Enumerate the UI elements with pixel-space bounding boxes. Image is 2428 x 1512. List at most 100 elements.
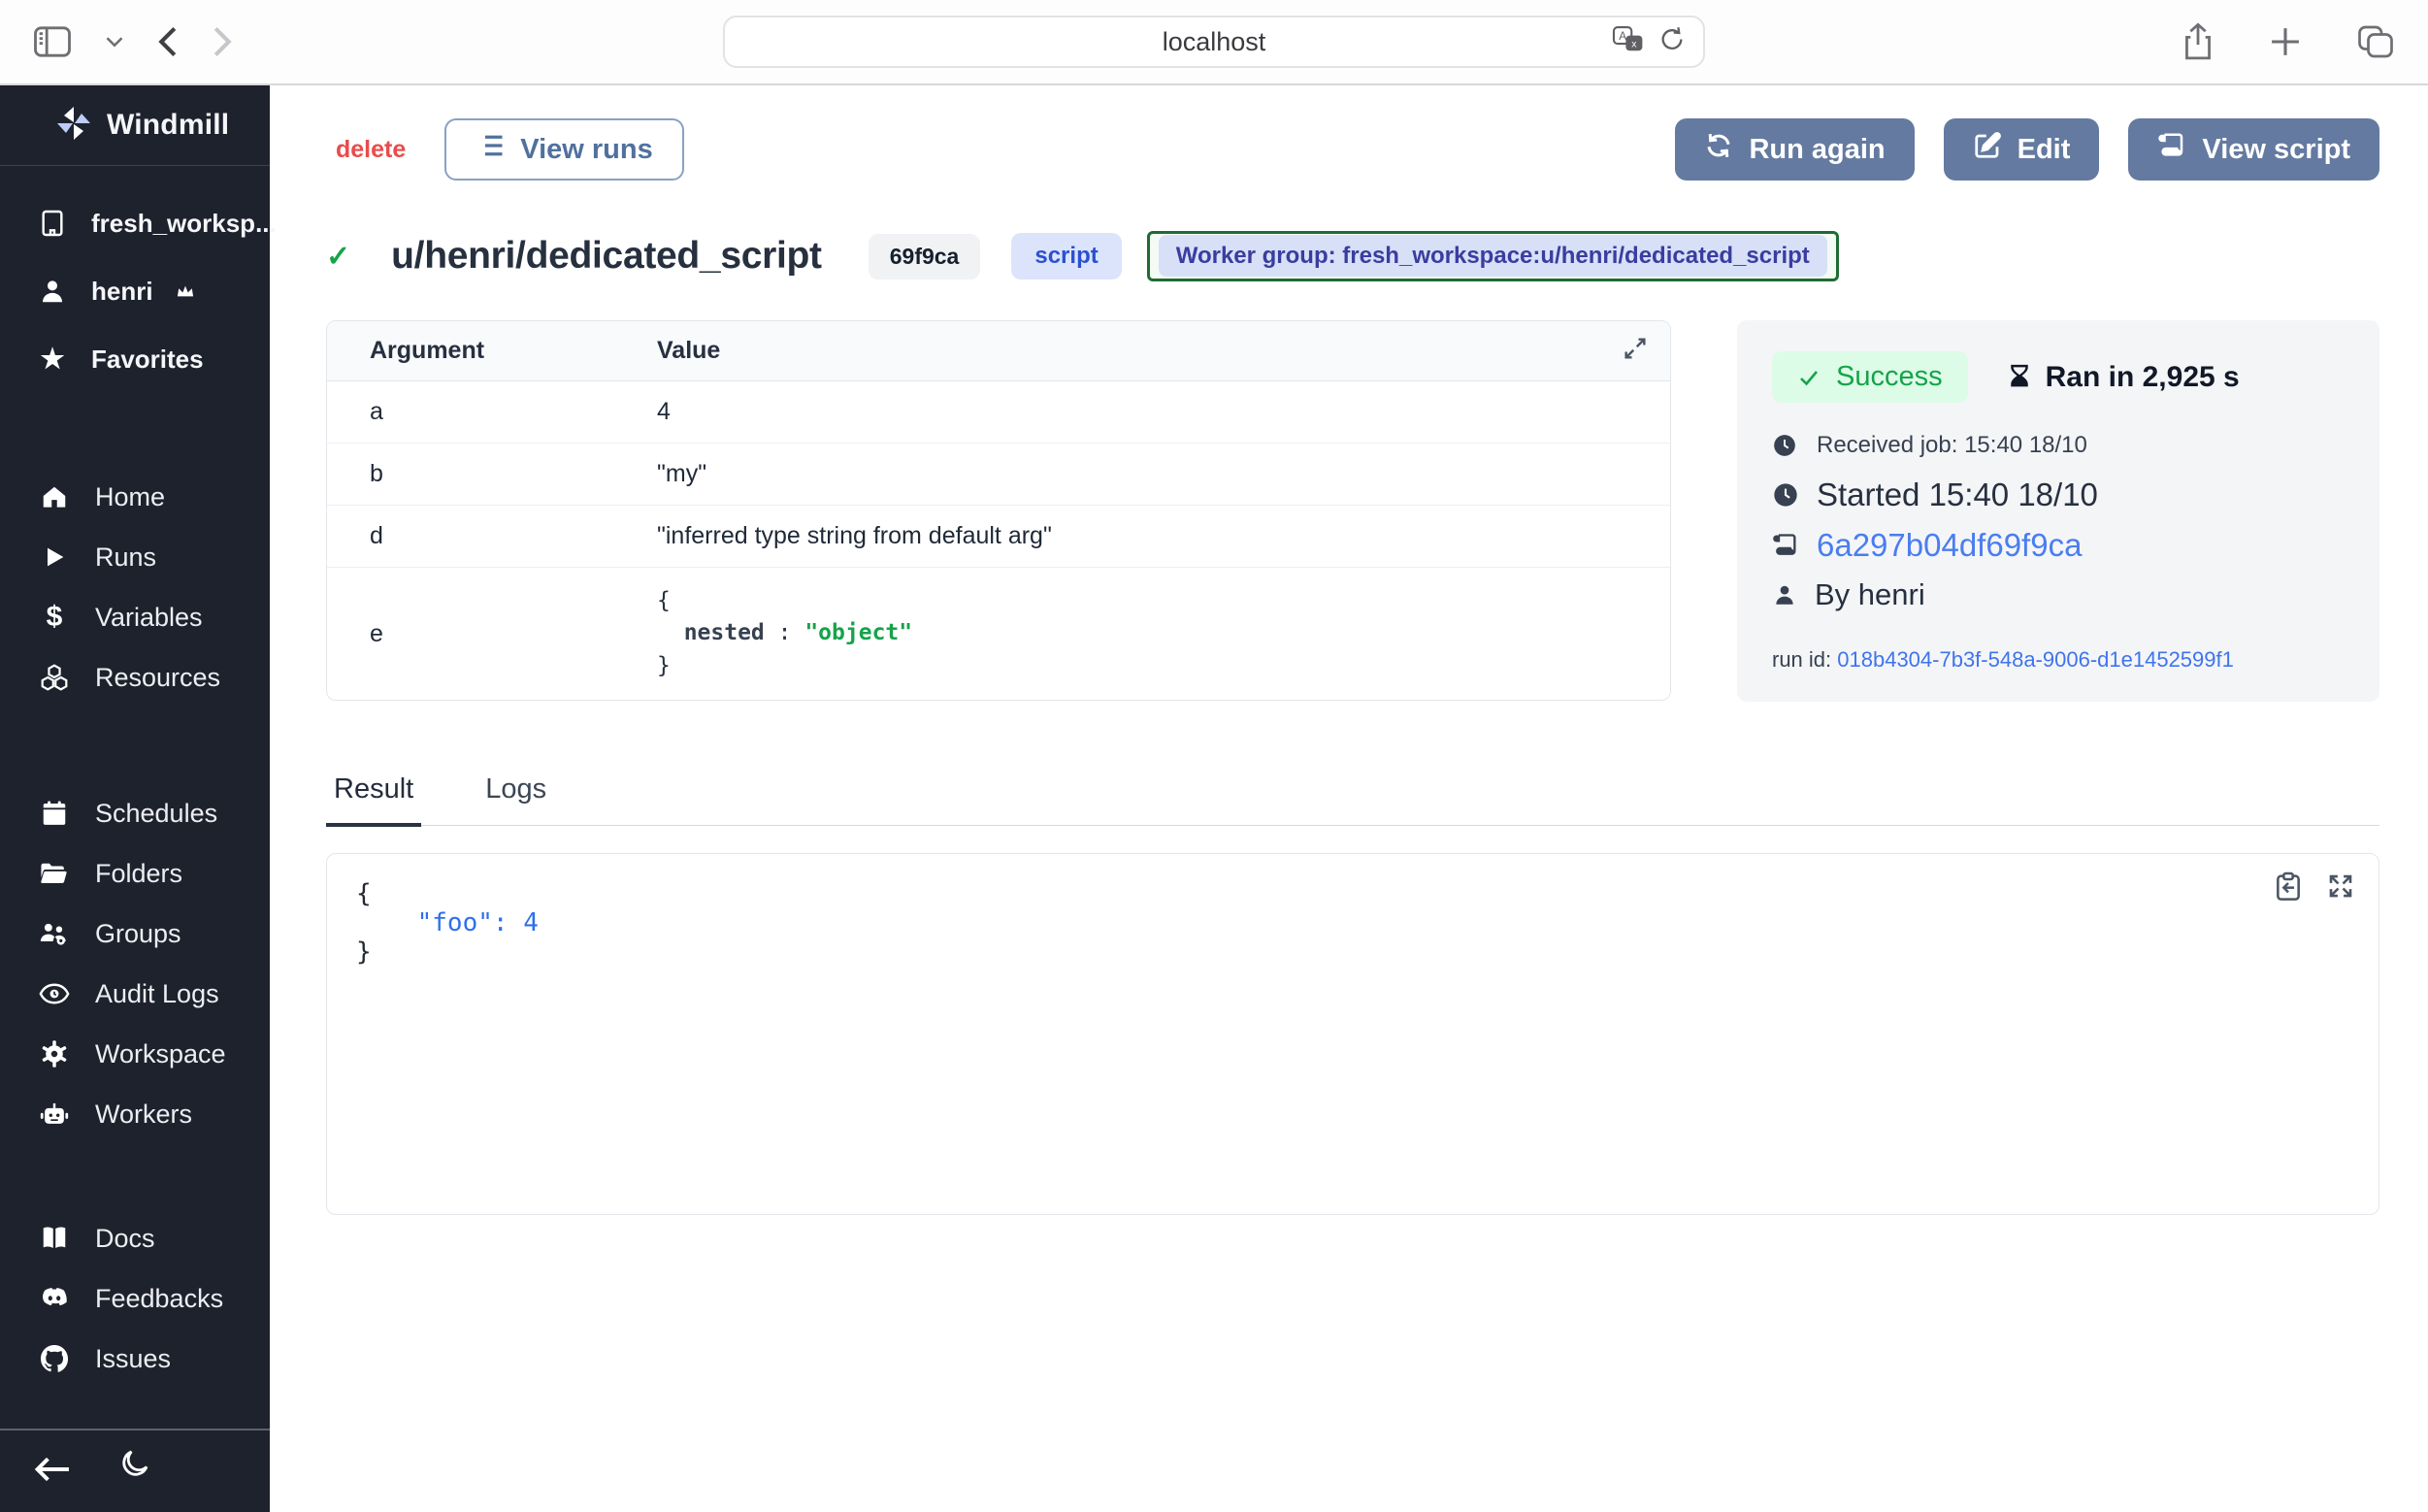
table-row: b "my" xyxy=(327,444,1670,506)
result-viewer: { "foo": 4 } xyxy=(326,853,2379,1215)
json-key: nested xyxy=(657,620,765,645)
user-name: henri xyxy=(91,277,153,307)
expand-arguments-icon[interactable] xyxy=(1622,335,1649,367)
delete-button[interactable]: delete xyxy=(336,136,406,164)
arg-value: "my" xyxy=(657,460,1670,488)
json-key: "foo" xyxy=(356,908,493,937)
sidebar-item-feedbacks[interactable]: Feedbacks xyxy=(0,1268,270,1329)
started-text: Started 15:40 18/10 xyxy=(1817,477,2098,513)
star-icon: ★ xyxy=(35,345,70,373)
nav-label: Audit Logs xyxy=(95,979,219,1009)
share-icon[interactable] xyxy=(2182,22,2215,61)
sidebar: Windmill fresh_worksp... henri xyxy=(0,85,270,1512)
view-script-button[interactable]: View script xyxy=(2128,118,2379,181)
sidebar-item-runs[interactable]: Runs xyxy=(0,527,270,587)
sidebar-toggle-icon[interactable] xyxy=(33,25,72,58)
table-row: e { nested : "object" } xyxy=(327,568,1670,700)
sidebar-item-issues[interactable]: Issues xyxy=(0,1329,270,1389)
view-script-label: View script xyxy=(2202,134,2350,166)
tab-logs[interactable]: Logs xyxy=(477,773,554,825)
status-text: Success xyxy=(1836,361,1943,393)
sidebar-item-workspace[interactable]: Workspace xyxy=(0,1024,270,1084)
chevron-down-icon[interactable] xyxy=(105,35,124,49)
expand-result-icon[interactable] xyxy=(2326,871,2355,903)
address-bar[interactable]: localhost A x xyxy=(723,16,1705,68)
run-id-row: run id: 018b4304-7b3f-548a-9006-d1e14525… xyxy=(1772,647,2345,673)
back-icon[interactable] xyxy=(157,25,179,58)
sidebar-item-schedules[interactable]: Schedules xyxy=(0,783,270,843)
collapse-sidebar-icon[interactable] xyxy=(33,1453,72,1491)
sidebar-item-variables[interactable]: $ Variables xyxy=(0,587,270,647)
user-menu[interactable]: henri xyxy=(0,257,270,325)
duration-text: Ran in 2,925 s xyxy=(2046,361,2240,394)
worker-group-box: Worker group: fresh_workspace:u/henri/de… xyxy=(1147,231,1839,281)
discord-icon xyxy=(37,1286,72,1311)
play-icon xyxy=(37,543,72,571)
started-row: Started 15:40 18/10 xyxy=(1772,477,2345,513)
job-id-link[interactable]: 6a297b04df69f9ca xyxy=(1817,527,2082,564)
user-icon xyxy=(1772,582,1797,608)
forward-icon[interactable] xyxy=(212,25,233,58)
arg-name: d xyxy=(327,522,657,550)
refresh-icon xyxy=(1704,131,1733,168)
sidebar-item-groups[interactable]: Groups xyxy=(0,904,270,964)
nav-label: Workspace xyxy=(95,1039,226,1069)
windmill-logo[interactable]: Windmill xyxy=(0,85,270,166)
sidebar-item-audit-logs[interactable]: Audit Logs xyxy=(0,964,270,1024)
sidebar-item-folders[interactable]: Folders xyxy=(0,843,270,904)
building-icon xyxy=(35,208,70,239)
column-header-value: Value xyxy=(657,337,1670,365)
run-id-label: run id: xyxy=(1772,647,1837,672)
script-title-row: ✓ u/henri/dedicated_script 69f9ca script… xyxy=(326,231,2379,281)
json-colon: : xyxy=(493,908,523,937)
tab-overview-icon[interactable] xyxy=(2356,24,2395,59)
status-badge: Success xyxy=(1772,351,1968,403)
svg-text:A: A xyxy=(1619,30,1626,43)
list-icon xyxy=(476,132,505,167)
nav-label: Feedbacks xyxy=(95,1284,223,1314)
arg-name: b xyxy=(327,460,657,488)
result-json: { "foo": 4 } xyxy=(356,879,2349,967)
check-icon xyxy=(1797,366,1821,389)
nav-label: Docs xyxy=(95,1224,155,1254)
script-hash-badge[interactable]: 69f9ca xyxy=(869,234,981,279)
translate-icon[interactable]: A x xyxy=(1612,25,1645,59)
json-brace: } xyxy=(657,653,671,678)
json-colon: : xyxy=(765,620,805,645)
sidebar-item-home[interactable]: Home xyxy=(0,467,270,527)
nav-label: Home xyxy=(95,482,165,512)
reload-icon[interactable] xyxy=(1658,26,1686,58)
eye-icon xyxy=(37,981,72,1006)
success-check-icon: ✓ xyxy=(326,240,350,274)
sidebar-item-resources[interactable]: Resources xyxy=(0,647,270,707)
nav-label: Folders xyxy=(95,859,182,889)
browser-window-controls xyxy=(2182,22,2395,61)
view-runs-label: View runs xyxy=(520,134,652,166)
run-again-button[interactable]: Run again xyxy=(1675,118,1914,181)
calendar-icon xyxy=(37,799,72,828)
arg-name: e xyxy=(327,620,657,648)
edit-button[interactable]: Edit xyxy=(1944,118,2100,181)
copy-result-icon[interactable] xyxy=(2274,871,2303,903)
sidebar-item-docs[interactable]: Docs xyxy=(0,1208,270,1268)
tab-result[interactable]: Result xyxy=(326,773,421,827)
run-id-link[interactable]: 018b4304-7b3f-548a-9006-d1e1452599f1 xyxy=(1837,647,2234,672)
sidebar-item-workers[interactable]: Workers xyxy=(0,1084,270,1144)
run-author-row: By henri xyxy=(1772,577,2345,612)
arguments-table: Argument Value a 4 b "my" xyxy=(326,320,1671,701)
nav-label: Resources xyxy=(95,663,220,693)
main-content: delete View runs Run again xyxy=(270,85,2428,1512)
new-tab-icon[interactable] xyxy=(2269,25,2302,58)
browser-nav-controls xyxy=(33,25,233,58)
page-title: u/henri/dedicated_script xyxy=(391,235,822,278)
workspace-switcher[interactable]: fresh_worksp... xyxy=(0,189,270,257)
received-job-text: Received job: 15:40 18/10 xyxy=(1817,432,2087,459)
home-icon xyxy=(37,482,72,511)
scroll-icon xyxy=(1772,532,1799,559)
nav-label: Issues xyxy=(95,1344,171,1374)
user-icon xyxy=(35,277,70,306)
sidebar-item-favorites[interactable]: ★ Favorites xyxy=(0,325,270,393)
view-runs-button[interactable]: View runs xyxy=(444,118,683,181)
clock-icon xyxy=(1772,433,1797,458)
edit-label: Edit xyxy=(2018,134,2071,166)
